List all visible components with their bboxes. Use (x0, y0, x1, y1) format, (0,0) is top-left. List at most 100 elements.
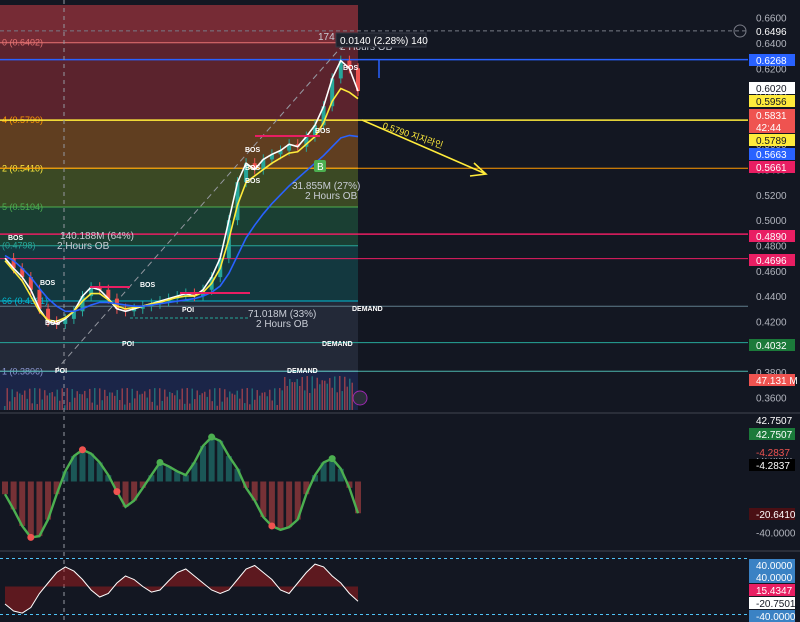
volume-bar (89, 388, 91, 410)
volume-bar (281, 390, 283, 410)
volume-bar (299, 385, 301, 410)
volume-bar (186, 388, 188, 410)
oscillator-histogram (19, 481, 26, 526)
bos-label: BOS (343, 65, 359, 72)
oscillator-tag-label: -40.0000 (756, 612, 796, 622)
volume-bar (291, 382, 293, 410)
volume-bar (304, 390, 306, 410)
volume-bar (209, 389, 211, 410)
volume-bar (44, 390, 46, 410)
volume-bar (306, 376, 308, 410)
oscillator-histogram (79, 449, 86, 482)
volume-bar (171, 393, 173, 410)
volume-bar (51, 392, 53, 410)
price-tag-label: 0.5663 (756, 150, 787, 161)
price-tag-label: 0.6496 (756, 27, 787, 38)
volume-bar (36, 404, 38, 410)
volume-bar (156, 405, 158, 410)
volume-bar (194, 399, 196, 410)
volume-bar (6, 388, 8, 410)
buy-marker-label: B (317, 162, 324, 173)
oscillator-tag-label: 40.0000 (756, 573, 793, 584)
volume-bar (4, 406, 6, 410)
volume-bar (96, 404, 98, 410)
volume-bar (119, 400, 121, 410)
chart-canvas[interactable]: 0 (0.6402)4 (0.5790)2 (0.5410)5 (0.5104)… (0, 0, 800, 622)
order-block-mid-sub: 2 Hours OB (305, 191, 358, 202)
volume-bar (31, 403, 33, 410)
volume-bar (79, 393, 81, 410)
oscillator-dot (208, 433, 216, 441)
volume-bar (276, 405, 278, 410)
price-tag-label: 0.5661 (756, 163, 787, 174)
price-tag-label: 0.4890 (756, 232, 787, 243)
volume-bar (239, 398, 241, 410)
volume-bar (166, 396, 168, 410)
volume-bar (11, 389, 13, 410)
price-tick: 0.4200 (756, 317, 787, 328)
volume-bar (181, 388, 183, 410)
volume-bar (271, 400, 273, 410)
volume-bar (129, 402, 131, 410)
oscillator-histogram (2, 481, 8, 495)
volume-bar (54, 396, 56, 410)
volume-bar (229, 391, 231, 410)
volume-bar (254, 399, 256, 410)
volume-bar (16, 391, 18, 410)
volume-bar (184, 403, 186, 410)
fib-zone (0, 42, 358, 121)
oscillator-histogram (36, 481, 43, 537)
volume-bar (126, 388, 128, 410)
volume-bar (131, 388, 133, 410)
oscillator-histogram (88, 453, 95, 482)
volume-bar (314, 388, 316, 410)
volume-bar (84, 390, 86, 410)
volume-bar (46, 395, 48, 410)
oscillator-tick: -40.0000 (756, 528, 796, 539)
volume-bar (324, 380, 326, 410)
lightning-icon (352, 390, 368, 406)
volume-bar (164, 389, 166, 410)
oscillator-tag-label: -4.2837 (756, 448, 790, 459)
bos-label: BOS (40, 280, 56, 287)
volume-bar (269, 389, 271, 410)
volume-bar (284, 376, 286, 410)
bos-label: BOS (8, 235, 24, 242)
volume-bar (49, 392, 51, 410)
volume-bar (176, 390, 178, 410)
price-tag-label: 42:44 (756, 123, 781, 134)
volume-bar (349, 378, 351, 410)
bos-label: BOS (45, 320, 61, 327)
order-block-left-sub: 2 Hours OB (57, 241, 110, 252)
volume-bar (146, 397, 148, 410)
oscillator-tag-label: -4.2837 (756, 461, 790, 472)
volume-bar (214, 388, 216, 410)
fib-zone (0, 120, 358, 169)
demand-label: DEMAND (352, 306, 383, 313)
volume-bar (81, 394, 83, 410)
oscillator-dot (78, 446, 86, 454)
volume-bar (264, 392, 266, 410)
volume-bar (321, 380, 323, 410)
volume-bar (326, 383, 328, 410)
bos-label: BOS (140, 282, 156, 289)
price-tag-label: 0.5789 (756, 136, 787, 147)
volume-bar (124, 404, 126, 410)
fib-zone (0, 245, 358, 302)
volume-bar (9, 401, 11, 410)
volume-bar (74, 397, 76, 410)
oscillator-histogram (27, 481, 34, 538)
price-tick: 0.4400 (756, 292, 787, 303)
volume-bar (94, 388, 96, 410)
volume-bar (144, 391, 146, 410)
volume-bar (104, 389, 106, 410)
oscillator-dot (268, 522, 276, 530)
oscillator-tag-label: -20.7501 (756, 599, 796, 610)
volume-bar (211, 401, 213, 410)
volume-bar (331, 387, 333, 410)
volume-bar (316, 377, 318, 410)
volume-bar (329, 378, 331, 410)
volume-bar (174, 395, 176, 410)
volume-bar (289, 379, 291, 410)
poi-label: POI (55, 368, 67, 375)
